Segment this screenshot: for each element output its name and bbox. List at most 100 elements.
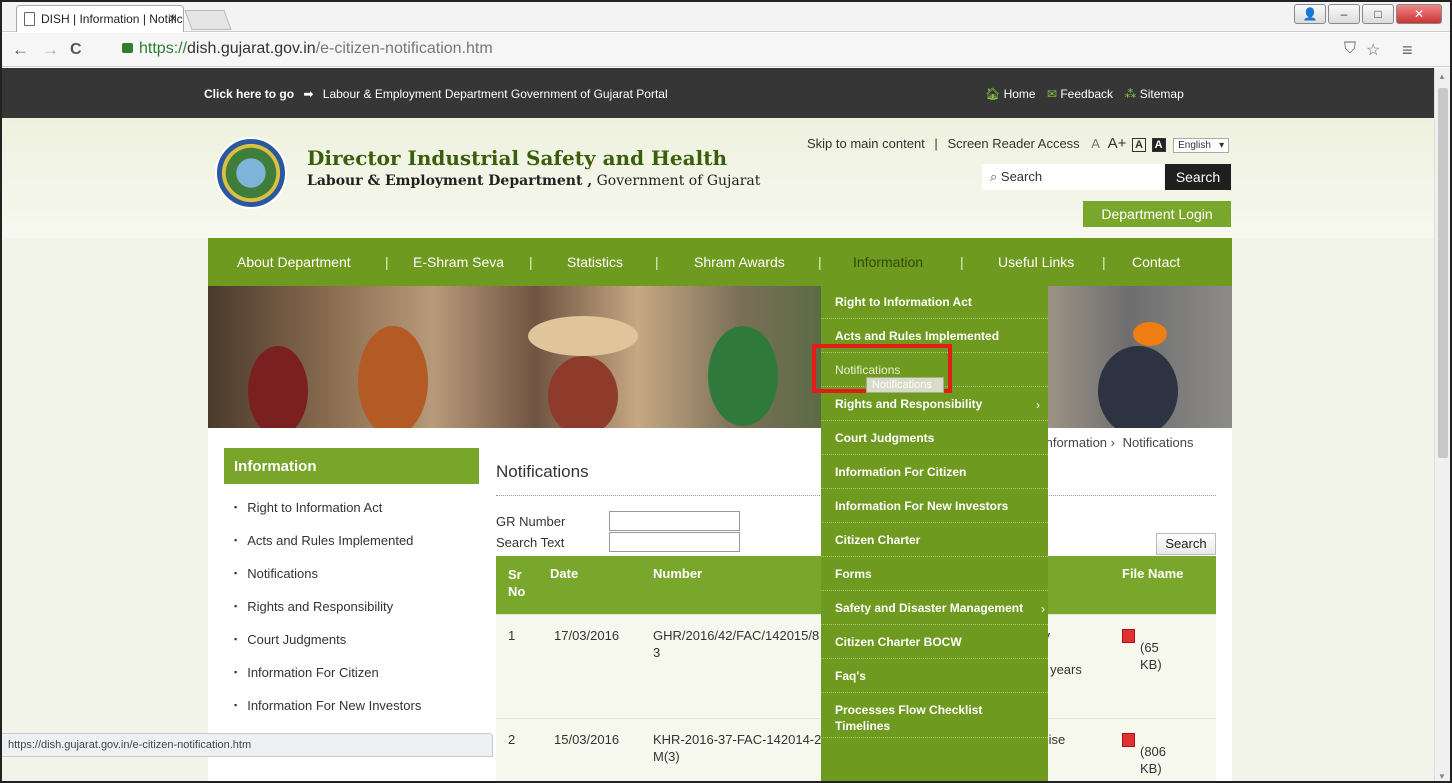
- government-name: Government of Gujarat: [592, 173, 761, 189]
- utility-links: 🏠︎ Home ✉ Feedback ⁂ Sitemap: [985, 87, 1184, 101]
- file-size: (65 KB): [1140, 640, 1162, 672]
- nav-contact[interactable]: Contact: [1132, 254, 1180, 270]
- minimize-button[interactable]: –: [1328, 4, 1360, 24]
- url-field[interactable]: https://dish.gujarat.gov.in/e-citizen-no…: [122, 36, 1312, 63]
- sitemap-icon: ⁂: [1124, 87, 1137, 101]
- menu-item-charter-bocw[interactable]: Citizen Charter BOCW: [821, 626, 1048, 659]
- nav-statistics[interactable]: Statistics: [567, 254, 623, 270]
- window-controls: 👤 – □ ✕: [1294, 4, 1442, 24]
- scroll-up-icon[interactable]: ▲: [1438, 72, 1446, 81]
- sidebar-item-acts-rules[interactable]: Acts and Rules Implemented: [224, 527, 479, 560]
- sidebar-item-citizen-info[interactable]: Information For Citizen: [224, 659, 479, 692]
- breadcrumb-separator: ›: [1110, 435, 1116, 450]
- new-tab-button[interactable]: [184, 10, 232, 30]
- pdf-icon: [1122, 629, 1135, 643]
- gr-number-label: GR Number: [496, 514, 566, 529]
- browser-tab[interactable]: DISH | Information | Notific ×: [16, 5, 184, 32]
- language-select[interactable]: English ▾: [1173, 138, 1230, 153]
- shield-icon[interactable]: ⛉: [1344, 40, 1356, 58]
- font-increase-button[interactable]: A+: [1108, 135, 1127, 152]
- click-here-label: Click here to go: [204, 87, 295, 101]
- sidebar-item-rights[interactable]: Rights and Responsibility: [224, 593, 479, 626]
- menu-item-citizen-charter[interactable]: Citizen Charter: [821, 524, 1048, 557]
- row-number-cont: 3: [653, 645, 661, 660]
- menu-icon[interactable]: ≡: [1402, 40, 1413, 61]
- page-icon: [24, 12, 35, 26]
- font-normal-button[interactable]: A: [1091, 136, 1100, 151]
- nav-shram-awards[interactable]: Shram Awards: [694, 254, 785, 270]
- sidebar-item-notifications[interactable]: Notifications: [224, 560, 479, 593]
- menu-item-label: Safety and Disaster Management: [835, 601, 1024, 615]
- home-link[interactable]: Home: [1004, 87, 1036, 101]
- scroll-thumb[interactable]: [1438, 88, 1448, 458]
- portal-link[interactable]: Labour & Employment Department Governmen…: [323, 87, 668, 101]
- menu-item-rti[interactable]: Right to Information Act: [821, 286, 1048, 319]
- banner-helmet: [1133, 322, 1167, 346]
- close-tab-icon[interactable]: ×: [169, 10, 177, 26]
- breadcrumb: Information › Notifications: [1042, 435, 1193, 450]
- url-host: dish.gujarat.gov.in: [187, 40, 316, 57]
- arrow-icon: ➡: [303, 87, 314, 101]
- row-number: KHR-2016-37-FAC-142014-2: [653, 732, 822, 747]
- screen-reader-link[interactable]: Screen Reader Access: [947, 136, 1079, 151]
- header-search-button[interactable]: Search: [1165, 164, 1231, 190]
- mail-icon: ✉: [1046, 87, 1057, 101]
- star-icon[interactable]: ☆: [1366, 40, 1380, 60]
- nav-information[interactable]: Information: [853, 254, 923, 270]
- close-window-button[interactable]: ✕: [1396, 4, 1442, 24]
- site-title[interactable]: Director Industrial Safety and Health: [307, 146, 727, 170]
- feedback-link[interactable]: Feedback: [1060, 87, 1113, 101]
- department-login-button[interactable]: Department Login: [1083, 201, 1231, 227]
- web-page: Click here to go ➡ Labour & Employment D…: [2, 68, 1434, 781]
- col-date: Date: [550, 566, 579, 581]
- sidebar-list: Right to Information Act Acts and Rules …: [224, 494, 479, 725]
- scroll-down-icon[interactable]: ▼: [1438, 772, 1446, 781]
- col-sr-no: Sr No: [508, 567, 526, 599]
- nav-e-shram-seva[interactable]: E-Shram Seva: [413, 254, 504, 270]
- tooltip: Notifications: [866, 377, 944, 393]
- row-file-link[interactable]: (806 KB): [1122, 731, 1166, 776]
- menu-item-forms[interactable]: Forms: [821, 558, 1048, 591]
- user-icon[interactable]: 👤: [1294, 4, 1326, 24]
- browser-window: DISH | Information | Notific × 👤 – □ ✕ ←…: [0, 0, 1452, 783]
- forward-icon[interactable]: →: [42, 40, 59, 60]
- banner-figure: [1098, 346, 1178, 428]
- skip-to-content-link[interactable]: Skip to main content: [807, 136, 925, 151]
- maximize-button[interactable]: □: [1362, 4, 1394, 24]
- main-nav: About Department | E-Shram Seva | Statis…: [208, 238, 1232, 286]
- top-strip: Click here to go ➡ Labour & Employment D…: [2, 68, 1434, 118]
- sitemap-link[interactable]: Sitemap: [1140, 87, 1184, 101]
- nav-separator: |: [1102, 254, 1106, 270]
- menu-item-court-judgments[interactable]: Court Judgments: [821, 422, 1048, 455]
- menu-item-safety[interactable]: Safety and Disaster Management ›: [821, 592, 1048, 625]
- filter-search-button[interactable]: Search: [1156, 533, 1216, 555]
- sidebar-item-court-judgments[interactable]: Court Judgments: [224, 626, 479, 659]
- scrollbar[interactable]: ▲ ▼: [1434, 68, 1450, 781]
- reload-icon[interactable]: C: [70, 41, 82, 59]
- banner-figure: [358, 326, 428, 428]
- gr-number-input[interactable]: [609, 511, 740, 531]
- sidebar-item-investors[interactable]: Information For New Investors: [224, 692, 479, 725]
- col-file-name: File Name: [1122, 566, 1184, 581]
- dish-logo[interactable]: [215, 137, 287, 209]
- nav-separator: |: [385, 254, 389, 270]
- nav-about-department[interactable]: About Department: [237, 254, 351, 270]
- home-icon: 🏠︎: [985, 87, 1001, 101]
- row-file-link[interactable]: (65 KB): [1122, 627, 1162, 672]
- menu-item-investors[interactable]: Information For New Investors: [821, 490, 1048, 523]
- url-scheme: https://: [139, 40, 188, 57]
- contrast-normal-button[interactable]: A: [1131, 138, 1146, 152]
- sidebar-item-rti[interactable]: Right to Information Act: [224, 494, 479, 527]
- breadcrumb-information[interactable]: Information: [1042, 435, 1107, 450]
- menu-item-faqs[interactable]: Faq's: [821, 660, 1048, 693]
- search-input[interactable]: ⌕ Search: [982, 164, 1164, 190]
- menu-item-citizen-info[interactable]: Information For Citizen: [821, 456, 1048, 489]
- contrast-high-button[interactable]: A: [1151, 138, 1166, 152]
- search-placeholder: Search: [1000, 169, 1043, 184]
- search-text-input[interactable]: [609, 532, 740, 552]
- nav-useful-links[interactable]: Useful Links: [998, 254, 1074, 270]
- back-icon[interactable]: ←: [12, 40, 29, 60]
- search-icon: ⌕: [990, 169, 998, 184]
- menu-item-process-flow[interactable]: Processes Flow Checklist Timelines: [821, 694, 1048, 738]
- status-bar: https://dish.gujarat.gov.in/e-citizen-no…: [2, 733, 493, 757]
